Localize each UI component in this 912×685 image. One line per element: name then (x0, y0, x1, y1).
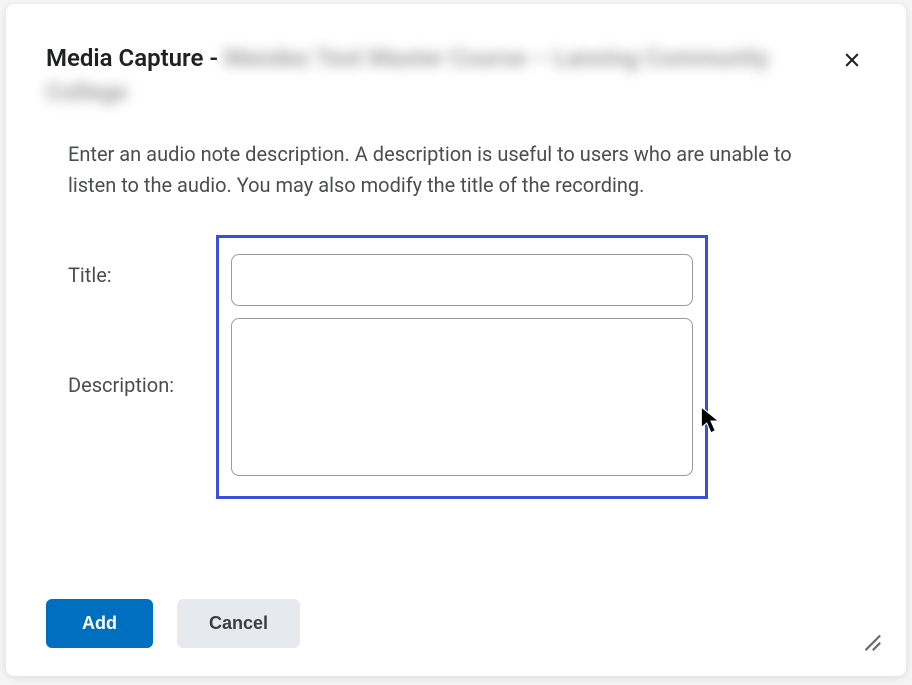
resize-handle[interactable] (860, 630, 882, 652)
dialog-footer: Add Cancel (46, 599, 866, 648)
inputs-highlight-box (216, 235, 708, 499)
close-button[interactable] (838, 46, 866, 77)
add-button[interactable]: Add (46, 599, 153, 648)
title-label: Title: (68, 263, 216, 287)
labels-column: Title: Description: (68, 235, 216, 499)
media-capture-dialog: Media Capture - Mendez Test Master Cours… (6, 4, 906, 676)
description-label: Description: (68, 373, 216, 397)
dialog-title-prefix: Media Capture - (46, 44, 224, 72)
form-area: Title: Description: (68, 235, 844, 499)
description-input[interactable] (231, 318, 693, 476)
close-icon (842, 50, 862, 70)
instructions-text: Enter an audio note description. A descr… (68, 139, 844, 201)
title-input[interactable] (231, 254, 693, 306)
dialog-title: Media Capture - Mendez Test Master Cours… (46, 42, 826, 109)
resize-icon (860, 630, 882, 652)
cancel-button[interactable]: Cancel (177, 599, 300, 648)
dialog-header: Media Capture - Mendez Test Master Cours… (6, 4, 906, 119)
dialog-body: Enter an audio note description. A descr… (6, 119, 906, 509)
